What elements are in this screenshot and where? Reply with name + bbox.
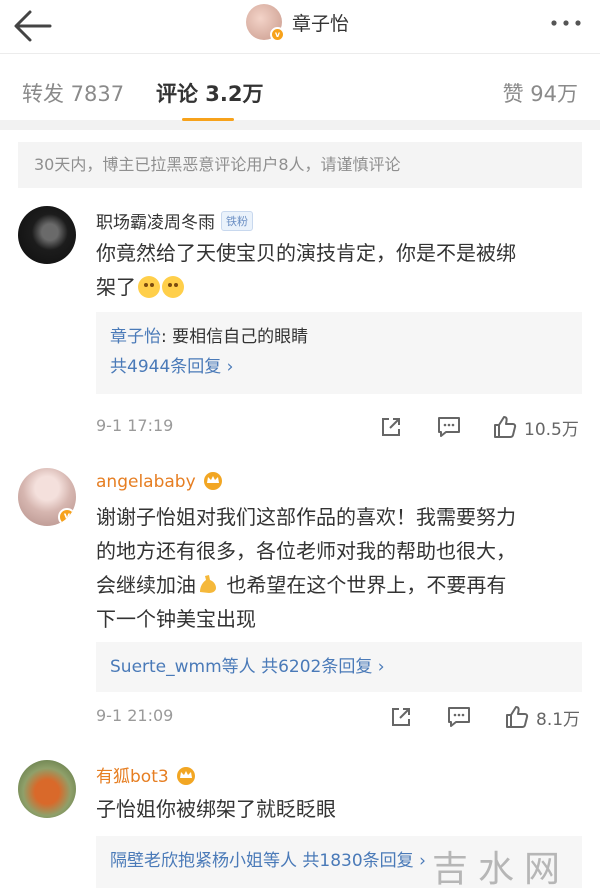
crown-icon — [176, 767, 195, 785]
view-replies-link[interactable]: Suerte_wmm等人 共6202条回复 › — [110, 652, 568, 682]
comment-text: 子怡姐你被绑架了就眨眨眼 — [96, 792, 582, 826]
avatar[interactable] — [18, 206, 76, 264]
username-text: 有狐bot3 — [96, 767, 169, 787]
like-button[interactable]: 8.1万 — [504, 702, 580, 732]
like-button[interactable]: 10.5万 — [492, 412, 579, 442]
comment-meta: 9-1 21:09 8.1万 — [96, 702, 582, 732]
comment-text-line: 谢谢子怡姐对我们这部作品的喜欢！我需要努力 — [96, 505, 516, 529]
crown-icon — [203, 472, 222, 490]
active-tab-indicator — [182, 118, 234, 121]
comment-icon[interactable] — [436, 412, 462, 442]
title-area[interactable]: v 章子怡 — [246, 4, 350, 42]
comment-text-line: 架了 — [96, 275, 136, 299]
username-text: angelababy — [96, 472, 196, 492]
comment-username[interactable]: angelababy — [96, 470, 224, 492]
comment-text-line: 会继续加油 — [96, 573, 196, 597]
tab-bar: 转发 7837 评论 3.2万 赞 94万 — [0, 54, 600, 130]
flexed-biceps-emoji-icon — [200, 575, 216, 593]
doge-emoji-icon — [138, 276, 160, 298]
comment-text-line: 的地方还有很多，各位老师对我的帮助也很大， — [96, 539, 516, 563]
thumbs-up-icon — [494, 416, 517, 438]
like-count: 8.1万 — [536, 709, 581, 730]
avatar[interactable]: v — [18, 468, 76, 526]
watermark: 吉水网 — [432, 849, 571, 890]
page-title: 章子怡 — [292, 12, 350, 35]
comment-text-line: 下一个钟美宝出现 — [96, 607, 256, 631]
notice-banner: 30天内，博主已拉黑恶意评论用户8人，请谨慎评论 — [18, 142, 582, 188]
avatar[interactable] — [18, 760, 76, 818]
more-options-icon[interactable] — [548, 8, 584, 38]
verified-badge-icon: v — [58, 508, 76, 526]
top-bar: v 章子怡 — [0, 0, 600, 54]
like-count: 10.5万 — [524, 419, 579, 440]
comment-icon[interactable] — [446, 702, 472, 732]
reply-text: : 要相信自己的眼睛 — [161, 327, 309, 347]
tab-comments[interactable]: 评论 3.2万 — [156, 78, 264, 108]
reply-preview[interactable]: Suerte_wmm等人 共6202条回复 › — [96, 642, 582, 692]
thumbs-up-icon — [506, 706, 529, 728]
comment-username[interactable]: 职场霸凌周冬雨 铁粉 — [96, 208, 253, 233]
avatar[interactable]: v — [246, 4, 285, 42]
share-icon[interactable] — [378, 412, 404, 442]
comment-username[interactable]: 有狐bot3 — [96, 762, 197, 787]
comment-time: 9-1 21:09 — [96, 706, 174, 725]
reply-line: 章子怡: 要相信自己的眼睛 — [110, 322, 568, 352]
tab-reposts[interactable]: 转发 7837 — [22, 78, 124, 108]
verified-badge-icon: v — [270, 27, 285, 42]
comment-text: 你竟然给了天使宝贝的演技肯定，你是不是被绑 架了 — [96, 236, 582, 304]
view-replies-link[interactable]: 共4944条回复 › — [110, 352, 568, 382]
comment-text-line: 子怡姐你被绑架了就眨眨眼 — [96, 797, 336, 821]
fan-badge: 铁粉 — [221, 211, 253, 231]
comment-time: 9-1 17:19 — [96, 416, 174, 435]
comment-meta: 9-1 17:19 10.5万 — [96, 412, 582, 442]
share-icon[interactable] — [388, 702, 414, 732]
username-text: 职场霸凌周冬雨 — [96, 213, 215, 233]
tab-likes[interactable]: 赞 94万 — [503, 78, 578, 108]
doge-emoji-icon — [162, 276, 184, 298]
reply-author[interactable]: 章子怡 — [110, 327, 161, 347]
comment-text-line: 也希望在这个世界上，不要再有 — [220, 573, 507, 597]
back-arrow-icon[interactable] — [12, 6, 56, 46]
comment-text: 谢谢子怡姐对我们这部作品的喜欢！我需要努力 的地方还有很多，各位老师对我的帮助也… — [96, 500, 582, 636]
comment-text-line: 你竟然给了天使宝贝的演技肯定，你是不是被绑 — [96, 241, 516, 265]
reply-preview[interactable]: 章子怡: 要相信自己的眼睛 共4944条回复 › — [96, 312, 582, 394]
